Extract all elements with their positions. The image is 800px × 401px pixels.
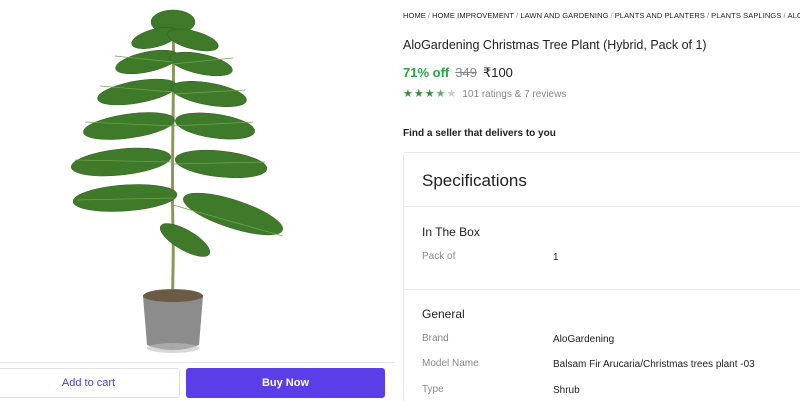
divider xyxy=(404,289,800,290)
seller-prompt: Find a seller that delivers to you xyxy=(403,128,556,139)
breadcrumb-separator: / xyxy=(783,11,786,20)
spec-value: AloGardening xyxy=(553,334,615,345)
breadcrumb: HOME / HOME IMPROVEMENT / LAWN AND GARDENING… xyxy=(403,11,800,20)
breadcrumb-item[interactable]: PLANTS AND PLANTERS xyxy=(615,11,705,20)
star-icon: ★ xyxy=(424,88,435,100)
product-details-panel: HOME / HOME IMPROVEMENT / LAWN AND GARDENING… xyxy=(403,0,800,401)
breadcrumb-separator: / xyxy=(610,11,613,20)
breadcrumb-item[interactable]: PLANTS SAPLINGS xyxy=(711,11,781,20)
breadcrumb-separator: / xyxy=(706,11,710,20)
discount-label: 71% off xyxy=(403,65,450,80)
price-row: 71% off 349 ₹100 xyxy=(403,65,513,81)
spec-key: Model Name xyxy=(422,358,479,369)
divider xyxy=(404,206,800,207)
rating-row[interactable]: ★ ★ ★ ★ ★ 101 ratings & 7 reviews xyxy=(403,89,566,101)
star-half-icon: ★ xyxy=(435,88,446,100)
ratings-reviews-count[interactable]: 101 ratings & 7 reviews xyxy=(462,89,566,100)
star-icon: ★ xyxy=(403,88,413,100)
breadcrumb-separator: / xyxy=(427,11,431,20)
star-rating: ★ ★ ★ ★ ★ xyxy=(403,89,456,100)
spec-value: 1 xyxy=(553,252,559,263)
star-empty-icon: ★ xyxy=(446,88,457,100)
original-price: 349 xyxy=(455,65,477,80)
product-title: AloGardening Christmas Tree Plant (Hybri… xyxy=(403,38,707,52)
breadcrumb-item[interactable]: HOME xyxy=(403,11,426,20)
breadcrumb-item[interactable]: ALOG xyxy=(788,11,800,20)
potted-tree-image xyxy=(71,9,284,353)
selling-price: ₹100 xyxy=(482,65,513,80)
buy-now-button[interactable]: Buy Now xyxy=(186,368,385,398)
spec-key: Type xyxy=(422,384,444,395)
spec-value: Balsam Fir Arucaria/Christmas trees plan… xyxy=(553,359,755,370)
breadcrumb-separator: / xyxy=(516,11,519,20)
section-title-general: General xyxy=(422,307,465,321)
product-image-panel: Add to cart Buy Now xyxy=(0,0,395,401)
star-icon: ★ xyxy=(413,88,424,100)
spec-key: Brand xyxy=(422,333,449,344)
divider xyxy=(0,362,395,363)
spec-value: Shrub xyxy=(553,385,580,396)
add-to-cart-button[interactable]: Add to cart xyxy=(0,368,180,398)
section-title-in-the-box: In The Box xyxy=(422,225,480,239)
spec-key: Pack of xyxy=(422,251,456,262)
specifications-title: Specifications xyxy=(422,171,527,190)
breadcrumb-item[interactable]: HOME IMPROVEMENT xyxy=(432,11,514,20)
breadcrumb-item[interactable]: LAWN AND GARDENING xyxy=(520,11,608,20)
specifications-card: Specifications In The Box Pack of 1 Gene… xyxy=(403,152,800,401)
